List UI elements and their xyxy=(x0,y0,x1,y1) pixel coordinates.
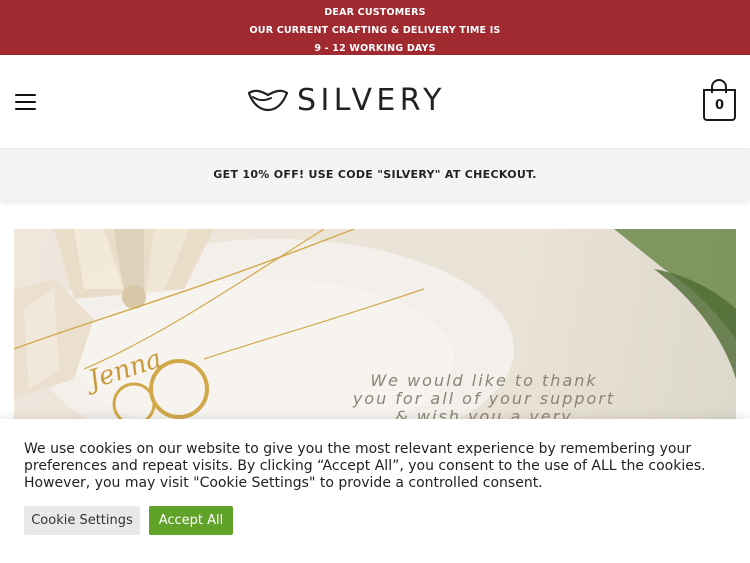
promo-banner: GET 10% OFF! USE CODE "SILVERY" AT CHECK… xyxy=(0,149,750,200)
logo-wordmark: SILVERY xyxy=(297,83,446,118)
lips-logo-icon xyxy=(247,89,289,112)
cookie-message: We use cookies on our website to give yo… xyxy=(24,441,706,491)
accept-all-button[interactable]: Accept All xyxy=(149,506,233,535)
cart-bag-icon: 0 xyxy=(703,89,736,121)
hero-line-3: & wish you a very xyxy=(395,407,573,420)
cookie-settings-button[interactable]: Cookie Settings xyxy=(24,506,140,535)
hero-message: We would like to thank you for all of yo… xyxy=(344,371,624,420)
promo-text: GET 10% OFF! USE CODE "SILVERY" AT CHECK… xyxy=(213,168,537,181)
hamburger-menu-icon[interactable] xyxy=(15,94,36,110)
hero-banner[interactable]: Jenna We would like to thank you for all… xyxy=(14,229,736,419)
announcement-line-1: DEAR CUSTOMERS xyxy=(324,7,426,18)
cart-count: 0 xyxy=(714,97,725,113)
cart-button[interactable]: 0 xyxy=(703,79,736,123)
hero-line-1: We would like to thank xyxy=(370,371,598,390)
site-logo[interactable]: SILVERY xyxy=(247,81,463,121)
site-header: SILVERY 0 xyxy=(0,55,750,149)
announcement-line-2: OUR CURRENT CRAFTING & DELIVERY TIME IS xyxy=(249,25,501,36)
cookie-consent-banner: We use cookies on our website to give yo… xyxy=(0,419,750,563)
announcement-bar: DEAR CUSTOMERS OUR CURRENT CRAFTING & DE… xyxy=(0,0,750,55)
hero-line-2: you for all of your support xyxy=(352,389,616,408)
